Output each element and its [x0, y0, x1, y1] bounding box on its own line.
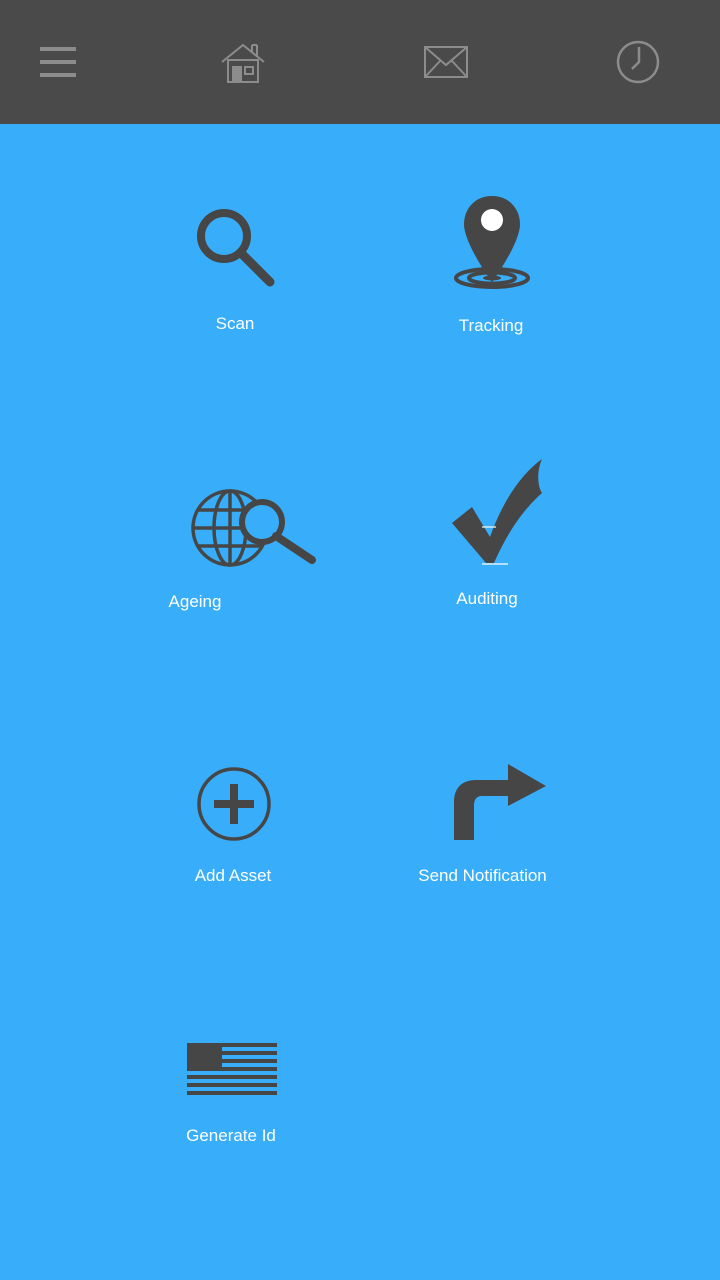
- generate-id-label: Generate Id: [186, 1126, 276, 1145]
- globe-search-icon: [191, 489, 316, 567]
- top-app-bar: [0, 0, 720, 124]
- turn-right-arrow-icon: [454, 764, 546, 840]
- clock-icon: [616, 40, 660, 84]
- auditing-label: Auditing: [456, 589, 518, 608]
- history-button[interactable]: [612, 36, 664, 88]
- tracking-label: Tracking: [458, 316, 524, 335]
- generate-id-tile[interactable]: Generate Id: [156, 1040, 306, 1160]
- add-asset-label: Add Asset: [194, 866, 272, 885]
- checkmark-icon: [452, 459, 542, 565]
- mail-button[interactable]: [420, 36, 472, 88]
- send-notification-label: Send Notification: [418, 866, 547, 885]
- location-pin-icon: [454, 196, 530, 289]
- send-notification-tile[interactable]: Send Notification: [400, 760, 565, 900]
- dashboard-grid: [0, 124, 720, 1280]
- plus-circle-icon: [197, 767, 271, 841]
- ageing-tile[interactable]: Ageing: [150, 480, 320, 630]
- add-asset-tile[interactable]: Add Asset: [158, 760, 308, 900]
- home-button[interactable]: [217, 36, 269, 88]
- flag-icon: [187, 1043, 277, 1095]
- scan-tile[interactable]: Scan: [160, 190, 310, 350]
- menu-icon: [40, 47, 76, 77]
- magnifier-icon: [197, 209, 275, 287]
- auditing-tile[interactable]: Auditing: [412, 455, 562, 620]
- home-icon: [221, 43, 265, 83]
- tracking-tile[interactable]: Tracking: [416, 190, 566, 350]
- mail-icon: [424, 46, 468, 78]
- menu-button[interactable]: [32, 36, 84, 88]
- scan-label: Scan: [215, 314, 255, 333]
- ageing-label: Ageing: [168, 592, 222, 611]
